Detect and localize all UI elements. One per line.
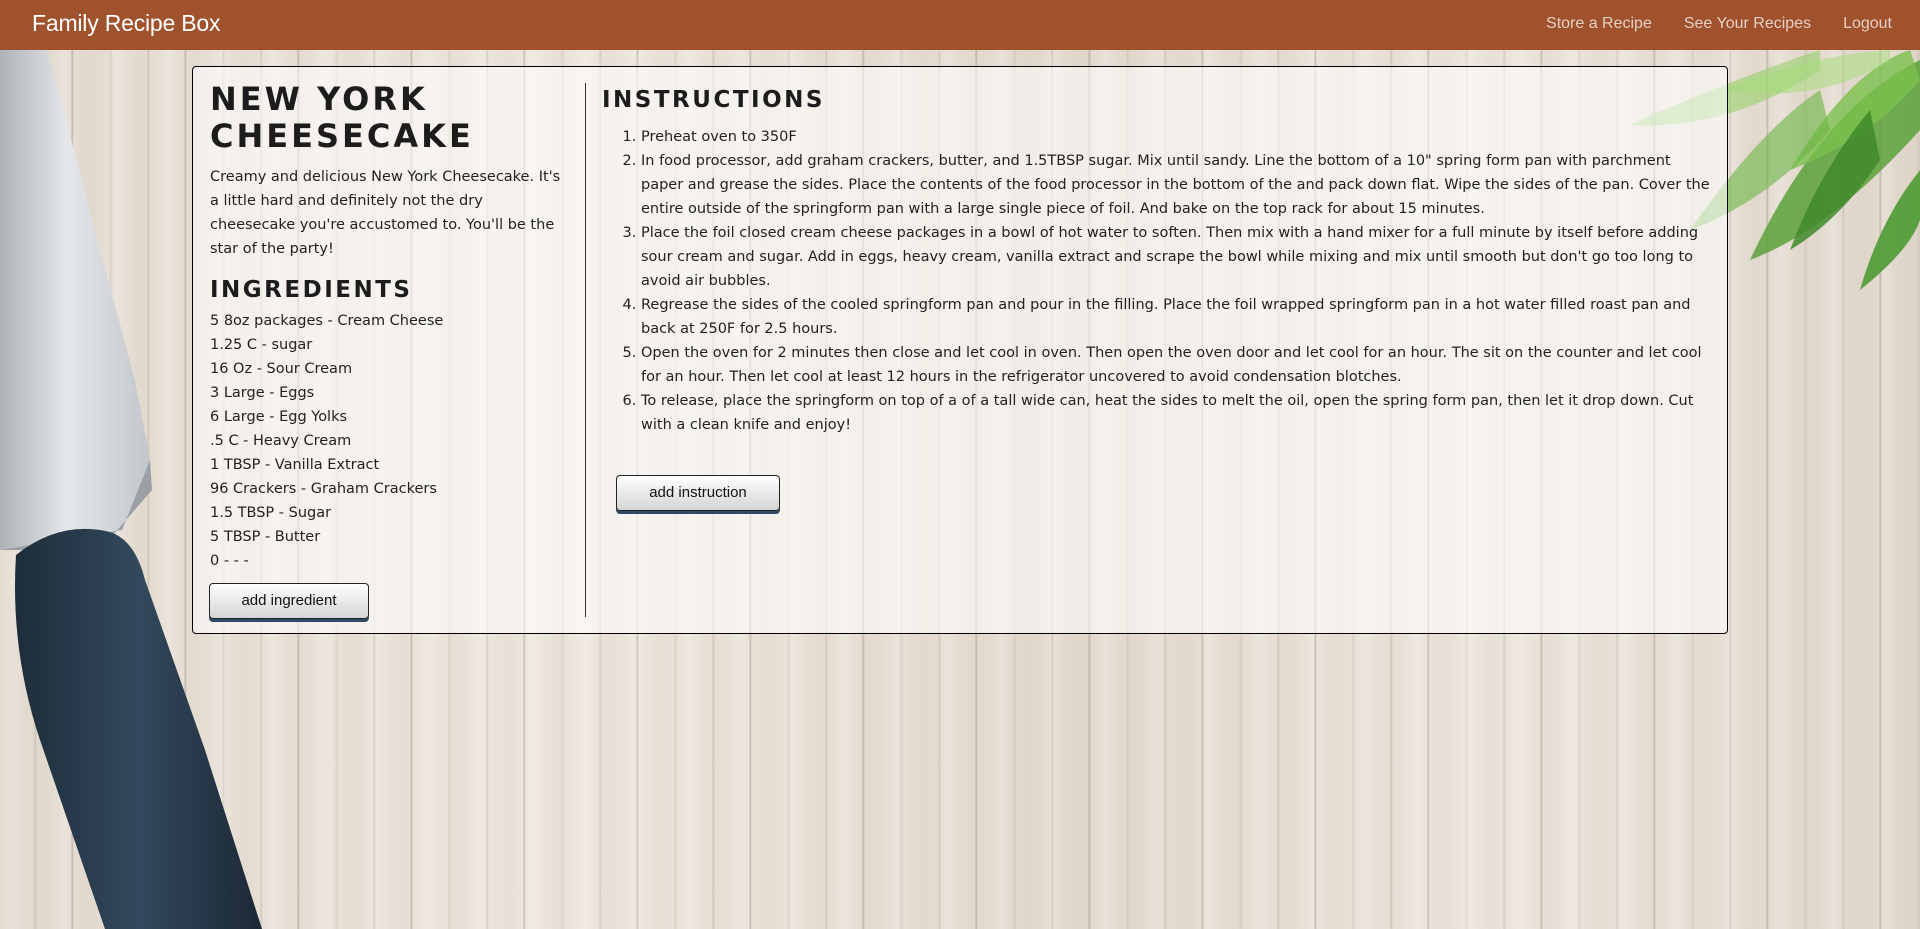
ingredient-item: 1.25 C - sugar: [210, 337, 313, 353]
ingredients-list: 5 8oz packages - Cream Cheese 1.25 C - s…: [210, 309, 572, 573]
instruction-item: Regrease the sides of the cooled springf…: [641, 293, 1711, 341]
navbar: Family Recipe Box Store a Recipe See You…: [0, 0, 1920, 50]
ingredient-item: .5 C - Heavy Cream: [210, 433, 352, 449]
instruction-item: Preheat oven to 350F: [641, 125, 1711, 149]
recipe-card: New York Cheesecake Creamy and delicious…: [192, 66, 1728, 634]
ingredient-item: 1.5 TBSP - Sugar: [210, 505, 332, 521]
instructions-list: Preheat oven to 350F In food processor, …: [602, 125, 1711, 437]
instruction-item: In food processor, add graham crackers, …: [641, 149, 1711, 221]
nav-link-logout[interactable]: Logout: [1843, 15, 1892, 33]
instructions-heading: Instructions: [602, 87, 825, 113]
ingredients-heading: Ingredients: [210, 277, 413, 303]
recipe-summary: New York Cheesecake Creamy and delicious…: [210, 81, 572, 573]
ingredient-item: 16 Oz - Sour Cream: [210, 361, 353, 377]
nav-links: Store a Recipe See Your Recipes Logout: [1546, 15, 1892, 33]
ingredient-item: 96 Crackers - Graham Crackers: [210, 481, 437, 497]
nav-link-see-recipes[interactable]: See Your Recipes: [1684, 15, 1811, 33]
add-ingredient-button[interactable]: add ingredient: [209, 583, 369, 619]
column-divider: [585, 83, 586, 617]
recipe-description: Creamy and delicious New York Cheesecake…: [210, 169, 561, 257]
ingredient-item: 6 Large - Egg Yolks: [210, 409, 348, 425]
ingredient-item: 3 Large - Eggs: [210, 385, 315, 401]
add-instruction-button[interactable]: add instruction: [616, 475, 780, 511]
instruction-item: To release, place the springform on top …: [641, 389, 1711, 437]
brand-link[interactable]: Family Recipe Box: [32, 10, 221, 37]
ingredient-item: 5 TBSP - Butter: [210, 529, 321, 545]
nav-link-store-recipe[interactable]: Store a Recipe: [1546, 15, 1652, 33]
instruction-item: Open the oven for 2 minutes then close a…: [641, 341, 1711, 389]
instruction-item: Place the foil closed cream cheese packa…: [641, 221, 1711, 293]
ingredient-item: 0 - - -: [210, 553, 249, 569]
recipe-title: New York Cheesecake: [210, 80, 474, 155]
instructions-section: Instructions Preheat oven to 350F In foo…: [602, 85, 1712, 511]
ingredient-item: 1 TBSP - Vanilla Extract: [210, 457, 380, 473]
ingredient-item: 5 8oz packages - Cream Cheese: [210, 313, 444, 329]
